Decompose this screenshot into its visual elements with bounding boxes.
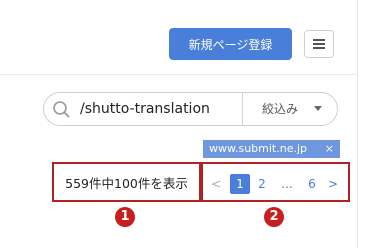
result-count: 559件中100件を表示 (52, 162, 201, 202)
search-bar[interactable]: /shutto-translation 絞込み (43, 92, 338, 126)
filter-dropdown-label[interactable]: 絞込み (262, 93, 298, 125)
close-icon[interactable]: × (325, 140, 334, 158)
hamburger-icon (313, 39, 325, 49)
prev-page-button[interactable]: < (209, 174, 223, 194)
panel-border (357, 0, 358, 248)
pagination: < 1 2 ... 6 > (201, 162, 350, 202)
menu-button[interactable] (304, 30, 334, 58)
pagination-ellipsis: ... (281, 177, 293, 191)
page-1-button[interactable]: 1 (230, 174, 250, 194)
search-input[interactable]: /shutto-translation (80, 93, 240, 125)
page-6-button[interactable]: 6 (304, 174, 320, 194)
filter-tag-label: www.submit.ne.jp (209, 142, 308, 155)
filter-tag[interactable]: www.submit.ne.jp × (203, 140, 340, 158)
page-2-button[interactable]: 2 (254, 174, 270, 194)
caret-down-icon[interactable] (314, 106, 322, 111)
search-icon (53, 101, 70, 118)
new-page-button[interactable]: 新規ページ登録 (169, 28, 292, 60)
next-page-button[interactable]: > (326, 174, 340, 194)
result-count-text: 559件中100件を表示 (65, 175, 188, 191)
header-divider (0, 74, 357, 75)
annotation-marker-1: 1 (115, 207, 135, 227)
annotation-marker-2: 2 (264, 207, 284, 227)
filter-divider (242, 93, 243, 125)
